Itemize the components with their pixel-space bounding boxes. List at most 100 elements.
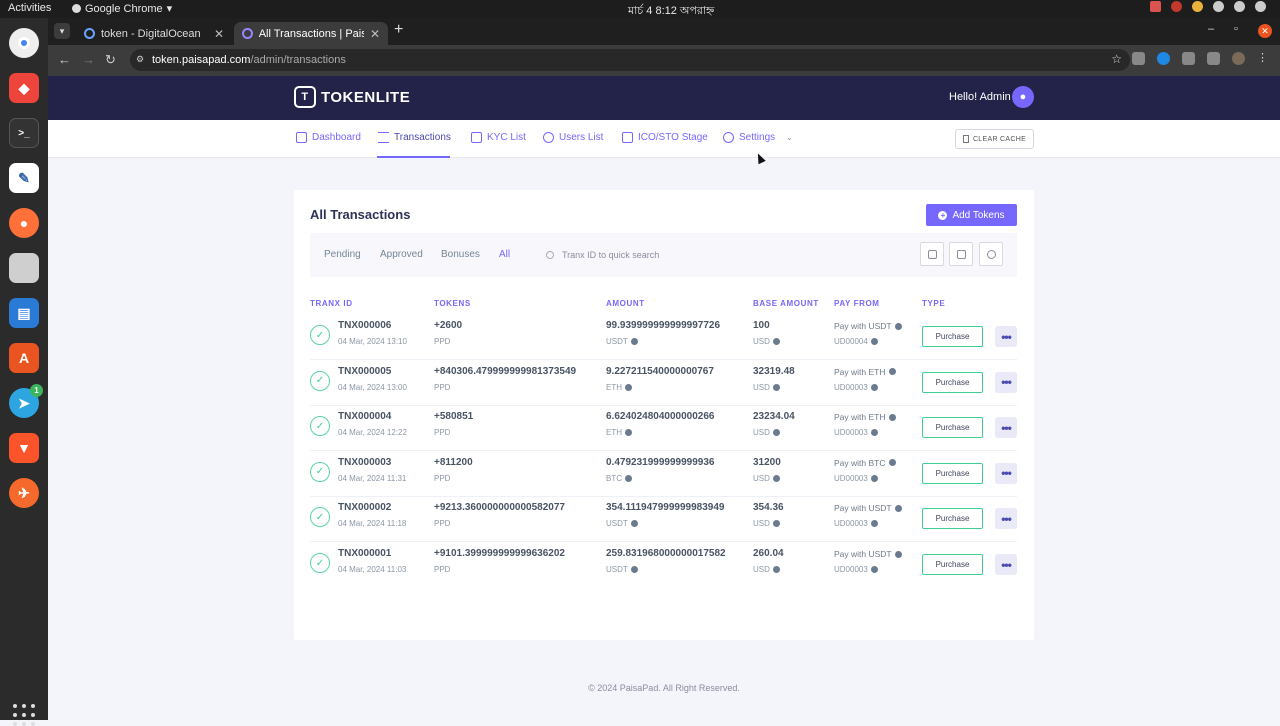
tab-transactions[interactable]: All Transactions | PaisaP ✕: [234, 22, 388, 45]
info-icon[interactable]: [888, 413, 896, 421]
info-icon[interactable]: [870, 520, 878, 528]
tranx-id[interactable]: TNX000003: [338, 457, 391, 468]
filter-pending[interactable]: Pending: [324, 249, 361, 260]
back-icon[interactable]: ←: [58, 52, 71, 67]
settings-button[interactable]: [979, 242, 1003, 266]
filter-all[interactable]: All: [499, 249, 510, 260]
tab-digitalocean[interactable]: token - DigitalOcean ✕: [76, 22, 232, 45]
info-icon[interactable]: [870, 338, 878, 345]
activities-button[interactable]: Activities: [8, 2, 51, 14]
info-icon[interactable]: [625, 383, 632, 391]
add-tokens-button[interactable]: + Add Tokens: [926, 204, 1017, 226]
info-icon[interactable]: [630, 566, 638, 573]
filter-approved[interactable]: Approved: [380, 249, 423, 260]
files-dock-icon[interactable]: [9, 253, 39, 283]
firefox-dock-icon[interactable]: ●: [9, 208, 39, 238]
info-icon[interactable]: [772, 383, 780, 391]
more-options-icon[interactable]: •••: [995, 371, 1017, 393]
table-row[interactable]: ✓ TNX000003 04 Mar, 2024 11:31 +811200 P…: [310, 451, 1017, 497]
database-button[interactable]: [949, 242, 973, 266]
brave-dock-icon[interactable]: ▼: [9, 433, 39, 463]
info-icon[interactable]: [772, 566, 780, 573]
chrome-dock-icon[interactable]: [9, 28, 39, 58]
type-badge[interactable]: Purchase: [922, 462, 983, 484]
app-menu[interactable]: Google Chrome ▾: [72, 2, 172, 15]
telegram-dock-icon[interactable]: ➤ 1: [9, 384, 43, 418]
bookmark-star-icon[interactable]: ☆: [1111, 52, 1122, 66]
close-window-icon[interactable]: ✕: [1258, 24, 1272, 38]
new-tab-icon[interactable]: +: [394, 21, 403, 39]
reload-icon[interactable]: ↻: [105, 52, 116, 68]
more-options-icon[interactable]: •••: [995, 417, 1017, 439]
info-icon[interactable]: [625, 474, 632, 482]
extension-icon[interactable]: [1157, 52, 1170, 65]
user-avatar[interactable]: ●: [1012, 86, 1034, 108]
forward-icon[interactable]: →: [82, 52, 95, 67]
more-options-icon[interactable]: •••: [995, 326, 1017, 347]
export-button[interactable]: [920, 242, 944, 266]
restore-icon[interactable]: ▫: [1234, 23, 1238, 35]
logo[interactable]: T TOKENLITE: [294, 86, 410, 108]
writer-dock-icon[interactable]: ▤: [9, 298, 39, 328]
info-icon[interactable]: [625, 429, 632, 437]
info-icon[interactable]: [894, 550, 902, 558]
type-badge[interactable]: Purchase: [922, 508, 983, 530]
postman-dock-icon[interactable]: ✈: [9, 478, 39, 508]
info-icon[interactable]: [772, 474, 780, 482]
info-icon[interactable]: [630, 520, 638, 528]
nav-ico-sto-stage[interactable]: ICO/STO Stage: [622, 132, 708, 143]
type-badge[interactable]: Purchase: [922, 326, 983, 347]
type-badge[interactable]: Purchase: [922, 417, 983, 439]
info-icon[interactable]: [870, 383, 878, 391]
profile-avatar-icon[interactable]: [1232, 52, 1245, 65]
info-icon[interactable]: [772, 520, 780, 528]
terminal-dock-icon[interactable]: >_: [9, 118, 39, 148]
tab-search-icon[interactable]: ▾: [54, 23, 70, 39]
tranx-id[interactable]: TNX000001: [338, 548, 391, 559]
table-row[interactable]: ✓ TNX000006 04 Mar, 2024 13:10 +2600 PPD…: [310, 314, 1017, 360]
nav-kyc-list[interactable]: KYC List: [471, 132, 526, 143]
info-icon[interactable]: [894, 322, 902, 330]
info-icon[interactable]: [772, 338, 780, 345]
info-icon[interactable]: [894, 504, 902, 512]
extension-icon[interactable]: [1132, 52, 1145, 65]
puzzle-icon[interactable]: [1182, 52, 1195, 65]
info-icon[interactable]: [870, 566, 878, 573]
nav-dashboard[interactable]: Dashboard: [296, 132, 361, 143]
system-tray[interactable]: [1150, 1, 1266, 12]
site-info-icon[interactable]: ⚙: [136, 54, 144, 65]
more-options-icon[interactable]: •••: [995, 508, 1017, 530]
nav-settings[interactable]: Settings ⌄: [723, 132, 793, 143]
menu-dots-icon[interactable]: ⋮: [1257, 52, 1268, 65]
search-input[interactable]: [562, 246, 862, 264]
table-row[interactable]: ✓ TNX000004 04 Mar, 2024 12:22 +580851 P…: [310, 405, 1017, 452]
table-row[interactable]: ✓ TNX000005 04 Mar, 2024 13:00 +840306.4…: [310, 360, 1017, 406]
software-center-dock-icon[interactable]: A: [9, 343, 39, 373]
side-panel-icon[interactable]: [1207, 52, 1220, 65]
info-icon[interactable]: [888, 459, 896, 467]
type-badge[interactable]: Purchase: [922, 371, 983, 393]
anydesk-dock-icon[interactable]: ◆: [9, 73, 39, 103]
type-badge[interactable]: Purchase: [922, 554, 983, 575]
table-row[interactable]: ✓ TNX000001 04 Mar, 2024 11:03 +9101.399…: [310, 542, 1017, 588]
info-icon[interactable]: [772, 429, 780, 437]
info-icon[interactable]: [870, 429, 878, 437]
more-options-icon[interactable]: •••: [995, 462, 1017, 484]
tranx-id[interactable]: TNX000006: [338, 320, 391, 331]
close-tab-icon[interactable]: ✕: [214, 27, 224, 41]
close-tab-icon[interactable]: ✕: [370, 27, 380, 41]
tranx-id[interactable]: TNX000005: [338, 366, 391, 377]
tranx-id[interactable]: TNX000004: [338, 411, 391, 422]
nav-users-list[interactable]: Users List: [543, 132, 603, 143]
address-bar[interactable]: ⚙ token.paisapad.com/admin/transactions …: [130, 49, 1130, 71]
info-icon[interactable]: [888, 368, 896, 376]
info-icon[interactable]: [870, 474, 878, 482]
minimize-icon[interactable]: –: [1208, 23, 1214, 35]
more-options-icon[interactable]: •••: [995, 554, 1017, 575]
table-row[interactable]: ✓ TNX000002 04 Mar, 2024 11:18 +9213.360…: [310, 496, 1017, 543]
info-icon[interactable]: [630, 338, 638, 345]
show-apps-icon[interactable]: [13, 704, 35, 726]
text-editor-dock-icon[interactable]: ✎: [9, 163, 39, 193]
tranx-id[interactable]: TNX000002: [338, 502, 391, 513]
clear-cache-button[interactable]: CLEAR CACHE: [955, 129, 1034, 149]
